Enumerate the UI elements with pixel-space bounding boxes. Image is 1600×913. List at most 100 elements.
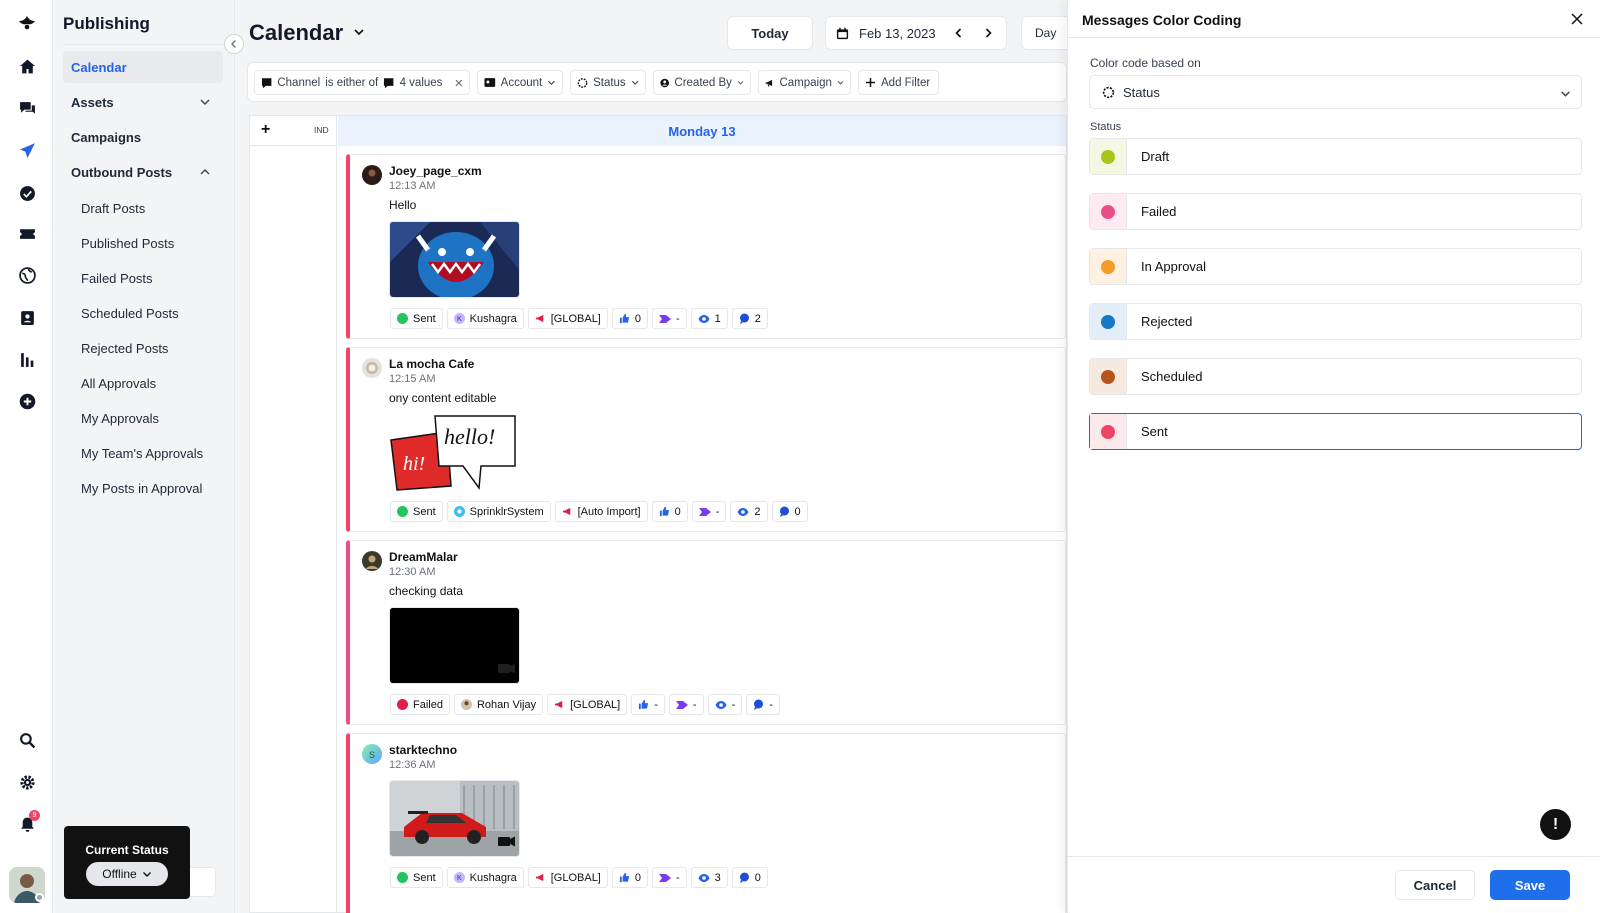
status-color-row-failed[interactable]: Failed xyxy=(1089,193,1582,230)
save-button[interactable]: Save xyxy=(1490,870,1570,900)
post-card[interactable]: Joey_page_cxm 12:13 AM Hello Sent K Kusha… xyxy=(346,154,1066,339)
sidebar-item-outbound-posts[interactable]: Outbound Posts xyxy=(63,156,223,188)
help-button[interactable]: ! xyxy=(1540,809,1571,840)
status-select[interactable]: Offline xyxy=(86,862,168,886)
views-tag[interactable]: 3 xyxy=(690,867,728,888)
user-tag[interactable]: SprinklrSystem xyxy=(446,501,551,522)
approvals-icon[interactable] xyxy=(16,182,38,204)
likes-tag[interactable]: 0 xyxy=(651,501,688,522)
comments-count: 0 xyxy=(754,871,761,884)
status-color-row-scheduled[interactable]: Scheduled xyxy=(1089,358,1582,395)
previous-date-button[interactable] xyxy=(952,26,966,40)
views-tag[interactable]: 2 xyxy=(730,501,768,522)
color-swatch[interactable] xyxy=(1090,414,1127,449)
sidebar-item-my-teams-approvals[interactable]: My Team's Approvals xyxy=(81,440,203,466)
status-color-row-in-approval[interactable]: In Approval xyxy=(1089,248,1582,285)
sidebar-item-my-approvals[interactable]: My Approvals xyxy=(81,405,159,431)
publishing-icon[interactable] xyxy=(16,139,38,161)
campaign-tag[interactable]: [GLOBAL] xyxy=(547,694,628,715)
channel-filter-chip[interactable]: Channel is either of 4 values xyxy=(254,70,470,95)
sidebar-item-calendar[interactable]: Calendar xyxy=(63,51,223,83)
sidebar-item-published-posts[interactable]: Published Posts xyxy=(81,230,174,256)
status-tag[interactable]: Failed xyxy=(390,694,450,715)
sidebar-item-rejected-posts[interactable]: Rejected Posts xyxy=(81,335,168,361)
cancel-button[interactable]: Cancel xyxy=(1395,870,1475,900)
shares-tag[interactable]: - xyxy=(668,694,704,715)
messages-icon[interactable] xyxy=(16,97,38,119)
status-tag[interactable]: Sent xyxy=(390,867,443,888)
post-image-car[interactable] xyxy=(389,780,520,857)
status-color-row-rejected[interactable]: Rejected xyxy=(1089,303,1582,340)
search-icon[interactable] xyxy=(16,729,38,751)
comments-tag[interactable]: 0 xyxy=(731,867,768,888)
color-swatch[interactable] xyxy=(1090,249,1127,284)
comments-tag[interactable]: 2 xyxy=(731,308,768,329)
today-button[interactable]: Today xyxy=(727,16,813,50)
post-image-monster[interactable] xyxy=(389,221,520,298)
add-circle-icon[interactable] xyxy=(16,390,38,412)
views-tag[interactable]: - xyxy=(707,694,743,715)
shares-tag[interactable]: - xyxy=(652,867,687,888)
user-tag[interactable]: Rohan Vijay xyxy=(453,694,544,715)
comments-tag[interactable]: 0 xyxy=(771,501,808,522)
user-avatar[interactable] xyxy=(9,867,45,903)
post-card[interactable]: La mocha Cafe 12:15 AM ony content edita… xyxy=(346,347,1066,532)
user-tag[interactable]: K Kushagra xyxy=(446,867,524,888)
campaign-filter-chip[interactable]: Campaign xyxy=(758,70,851,95)
campaign-tag[interactable]: [Auto Import] xyxy=(554,501,648,522)
bell-icon[interactable]: 9 xyxy=(16,810,40,835)
reports-icon[interactable] xyxy=(16,348,38,370)
color-swatch[interactable] xyxy=(1090,194,1127,229)
shares-tag[interactable]: - xyxy=(691,501,727,522)
status-tag[interactable]: Sent xyxy=(390,501,443,522)
status-section-label: Status xyxy=(1090,121,1122,133)
filter-operator: is either of xyxy=(325,76,379,89)
app-logo-icon[interactable] xyxy=(16,12,38,34)
color-swatch[interactable] xyxy=(1090,139,1127,174)
color-swatch[interactable] xyxy=(1090,304,1127,339)
home-icon[interactable] xyxy=(16,55,38,77)
likes-tag[interactable]: - xyxy=(631,694,665,715)
created-by-filter-chip[interactable]: Created By xyxy=(653,70,751,95)
views-tag[interactable]: 1 xyxy=(690,308,728,329)
publishing-sidebar: Publishing Calendar Assets Campaigns Out… xyxy=(53,0,235,913)
comments-tag[interactable]: - xyxy=(746,694,780,715)
sidebar-item-scheduled-posts[interactable]: Scheduled Posts xyxy=(81,300,179,326)
post-text: checking data xyxy=(389,584,464,598)
post-video-thumbnail[interactable] xyxy=(389,607,520,684)
color-swatch[interactable] xyxy=(1090,359,1127,394)
account-filter-chip[interactable]: Account xyxy=(477,70,563,95)
add-filter-button[interactable]: Add Filter xyxy=(858,70,939,95)
collapse-sidebar-button[interactable] xyxy=(224,34,244,54)
contacts-icon[interactable] xyxy=(16,306,38,328)
globe-icon[interactable] xyxy=(16,264,38,286)
close-icon[interactable] xyxy=(1570,12,1584,26)
status-filter-chip[interactable]: Status xyxy=(570,70,646,95)
sidebar-item-assets[interactable]: Assets xyxy=(63,86,223,118)
campaign-tag[interactable]: [GLOBAL] xyxy=(527,867,608,888)
likes-tag[interactable]: 0 xyxy=(611,867,648,888)
status-tag[interactable]: Sent xyxy=(390,308,443,329)
status-color-row-draft[interactable]: Draft xyxy=(1089,138,1582,175)
post-text: Hello xyxy=(389,198,417,212)
campaign-tag[interactable]: [GLOBAL] xyxy=(527,308,608,329)
next-date-button[interactable] xyxy=(981,26,995,40)
ticket-icon[interactable] xyxy=(16,222,38,244)
chevron-down-icon[interactable] xyxy=(353,26,365,38)
sidebar-item-all-approvals[interactable]: All Approvals xyxy=(81,370,156,396)
sidebar-item-my-posts-in-approval[interactable]: My Posts in Approval xyxy=(81,475,202,501)
sidebar-item-campaigns[interactable]: Campaigns xyxy=(63,121,223,153)
post-card[interactable]: DreamMalar 12:30 AM checking data Failed… xyxy=(346,540,1066,725)
settings-gear-icon[interactable] xyxy=(16,771,38,793)
post-card[interactable]: S starktechno 12:36 AM Sent K Kushagra [G… xyxy=(346,733,1066,913)
sidebar-item-draft-posts[interactable]: Draft Posts xyxy=(81,195,145,221)
likes-tag[interactable]: 0 xyxy=(611,308,648,329)
post-image-hello[interactable]: hi! hello! xyxy=(389,414,520,491)
status-color-row-sent[interactable]: Sent xyxy=(1089,413,1582,450)
user-tag[interactable]: K Kushagra xyxy=(446,308,524,329)
shares-tag[interactable]: - xyxy=(652,308,687,329)
color-code-select[interactable]: Status xyxy=(1089,75,1582,109)
close-icon[interactable] xyxy=(455,79,463,87)
date-picker[interactable]: Feb 13, 2023 xyxy=(825,16,1007,50)
sidebar-item-failed-posts[interactable]: Failed Posts xyxy=(81,265,153,291)
